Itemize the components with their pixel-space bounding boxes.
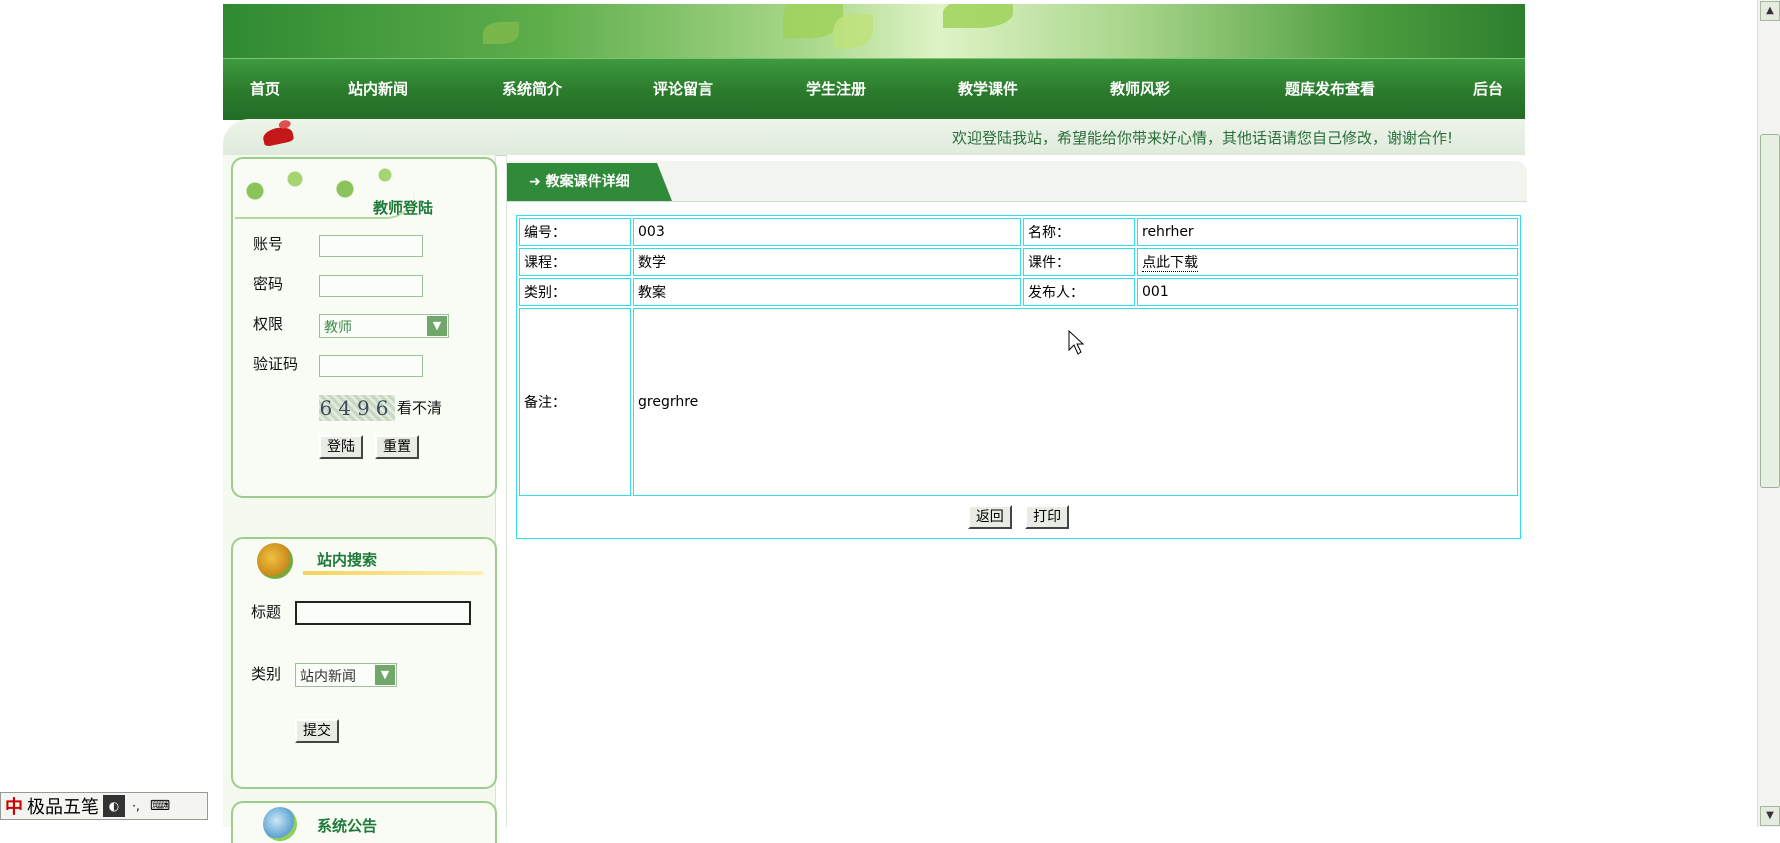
welcome-text: 欢迎登陆我站，希望能给你带来好心情，其他话语请您自己修改，谢谢合作! [951, 129, 1453, 147]
category-value: 教案 [633, 278, 1021, 306]
search-category-select[interactable]: 站内新闻 ▼ [295, 663, 397, 687]
table-row: 课程： 数学 课件： 点此下载 [519, 248, 1518, 276]
search-title: 站内搜索 [317, 551, 378, 569]
nav-student-register[interactable]: 学生注册 [806, 78, 866, 99]
site-container: 首页 站内新闻 系统简介 评论留言 学生注册 教学课件 教师风彩 题库发布查看 … [223, 4, 1529, 843]
scroll-thumb[interactable] [1760, 134, 1780, 488]
gift-icon [257, 543, 293, 579]
ime-mode-toggle[interactable]: 中 [1, 793, 27, 819]
welcome-bar: 欢迎登陆我站，希望能给你带来好心情，其他话语请您自己修改，谢谢合作! [223, 119, 1525, 156]
browser-page: 首页 站内新闻 系统简介 评论留言 学生注册 教学课件 教师风彩 题库发布查看 … [0, 0, 1780, 843]
scroll-down-icon[interactable]: ▼ [1760, 806, 1780, 826]
account-input[interactable] [319, 235, 423, 257]
search-category-label: 类别 [251, 665, 282, 683]
hat-icon [261, 125, 295, 147]
role-select[interactable]: 教师 ▼ [319, 314, 449, 338]
action-cell: 返回 打印 [519, 498, 1518, 536]
nav-site-news[interactable]: 站内新闻 [348, 78, 408, 99]
vertical-scrollbar[interactable]: ▲ ▼ [1757, 0, 1780, 827]
chevron-down-icon: ▼ [375, 665, 395, 685]
role-select-value: 教师 [324, 320, 352, 336]
publisher-value: 001 [1137, 278, 1518, 306]
name-value: rehrher [1137, 218, 1518, 246]
captcha-label: 验证码 [253, 355, 299, 373]
search-panel: 站内搜索 标题 类别 站内新闻 ▼ 提交 [231, 537, 497, 789]
id-label: 编号： [519, 218, 631, 246]
search-title-label: 标题 [251, 603, 282, 621]
captcha-refresh-link[interactable]: 看不清 [397, 397, 442, 418]
ime-toolbar: 中 极品五笔 ◐ ·, ⌨ [0, 792, 208, 820]
nav-question-bank[interactable]: 题库发布查看 [1285, 78, 1375, 99]
courseware-detail-table: 编号： 003 名称： rehrher 课程： 数学 课件： 点此下载 类别： … [516, 215, 1521, 539]
print-button[interactable]: 打印 [1025, 505, 1070, 529]
login-panel: 教师登陆 账号 密码 权限 教师 ▼ 验证码 6496 看不清 登陆 重置 [231, 157, 497, 498]
nav-admin[interactable]: 后台 [1473, 78, 1503, 99]
announcement-panel: 系统公告 [231, 801, 497, 843]
nav-courseware[interactable]: 教学课件 [958, 78, 1018, 99]
table-row: 编号： 003 名称： rehrher [519, 218, 1518, 246]
nav-comments[interactable]: 评论留言 [653, 78, 713, 99]
tab-courseware-detail: ➜ 教案课件详细 [507, 163, 672, 201]
title-underline [303, 571, 483, 575]
search-category-value: 站内新闻 [300, 669, 356, 685]
name-label: 名称： [1023, 218, 1135, 246]
scroll-up-icon[interactable]: ▲ [1760, 1, 1780, 21]
table-row: 返回 打印 [519, 498, 1518, 536]
download-link[interactable]: 点此下载 [1142, 255, 1198, 272]
role-label: 权限 [253, 315, 284, 333]
publisher-label: 发布人： [1023, 278, 1135, 306]
nav-home[interactable]: 首页 [250, 78, 280, 99]
password-input[interactable] [319, 275, 423, 297]
search-submit-button[interactable]: 提交 [295, 719, 339, 743]
ime-name[interactable]: 极品五笔 [27, 793, 103, 819]
login-title: 教师登陆 [373, 199, 434, 217]
back-button[interactable]: 返回 [967, 505, 1012, 529]
announcement-title: 系统公告 [317, 817, 378, 835]
chevron-down-icon: ▼ [427, 316, 447, 336]
course-label: 课程： [519, 248, 631, 276]
keyboard-icon[interactable]: ⌨ [147, 795, 173, 817]
captcha-image[interactable]: 6496 [319, 395, 395, 421]
punctuation-icon[interactable]: ·, [125, 795, 147, 817]
reset-button[interactable]: 重置 [375, 435, 419, 459]
globe-icon [263, 807, 297, 841]
content-header: ➜ 教案课件详细 [507, 161, 1527, 202]
login-button[interactable]: 登陆 [319, 435, 363, 459]
file-cell: 点此下载 [1137, 248, 1518, 276]
search-title-input[interactable] [295, 601, 471, 625]
header-banner [223, 4, 1525, 58]
table-row: 类别： 教案 发布人： 001 [519, 278, 1518, 306]
nav-system-intro[interactable]: 系统简介 [502, 78, 562, 99]
moon-icon[interactable]: ◐ [103, 795, 125, 817]
mouse-cursor-icon [1068, 330, 1084, 355]
id-value: 003 [633, 218, 1021, 246]
table-row: 备注： gregrhre [519, 308, 1518, 496]
nav-teacher-style[interactable]: 教师风彩 [1110, 78, 1170, 99]
captcha-input[interactable] [319, 355, 423, 377]
main-nav: 首页 站内新闻 系统简介 评论留言 学生注册 教学课件 教师风彩 题库发布查看 … [223, 58, 1525, 120]
password-label: 密码 [253, 275, 284, 293]
note-label: 备注： [519, 308, 631, 496]
file-label: 课件： [1023, 248, 1135, 276]
left-sidebar: 教师登陆 账号 密码 权限 教师 ▼ 验证码 6496 看不清 登陆 重置 站内… [223, 155, 497, 843]
main-content: ➜ 教案课件详细 编号： 003 名称： rehrher 课程： 数学 课件： … [506, 155, 1529, 827]
category-label: 类别： [519, 278, 631, 306]
course-value: 数学 [633, 248, 1021, 276]
account-label: 账号 [253, 235, 284, 253]
